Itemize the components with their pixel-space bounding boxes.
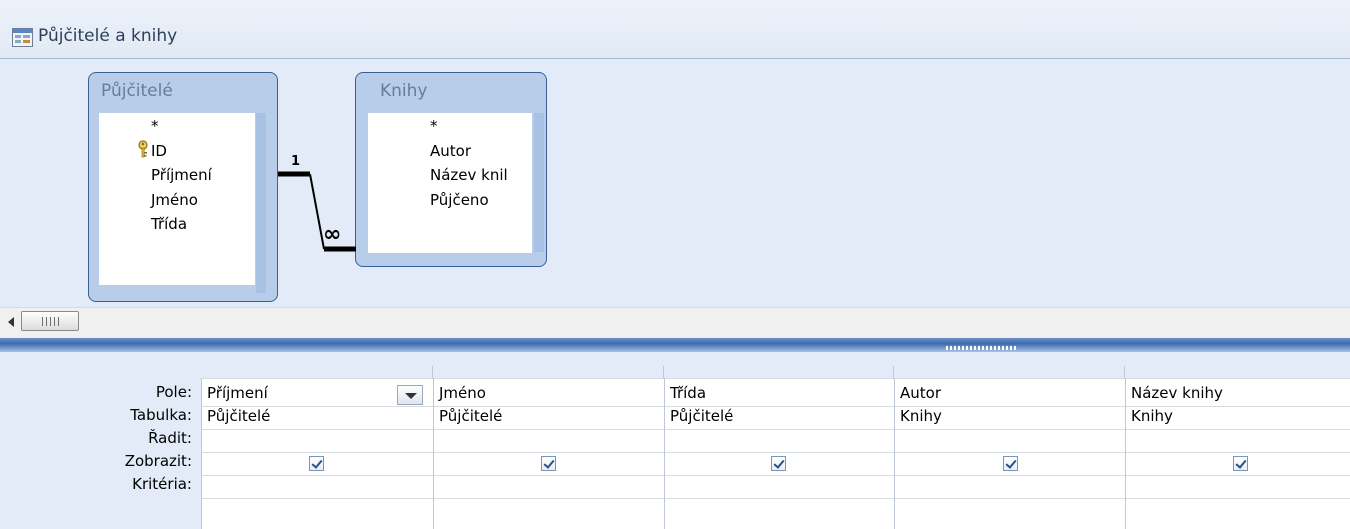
show-checkbox[interactable] <box>541 456 556 471</box>
table-pujcitele-title[interactable]: Půjčitelé <box>101 81 173 101</box>
column-selector[interactable] <box>201 366 433 378</box>
scroll-left-arrow-icon[interactable] <box>8 317 14 327</box>
column-selector[interactable] <box>1125 366 1350 378</box>
grid-row-divider <box>201 406 1350 407</box>
grid-table-cell[interactable]: Půjčitelé <box>439 407 502 425</box>
row-label-field: Pole: <box>155 383 192 401</box>
grid-table-cell[interactable]: Knihy <box>900 407 942 425</box>
show-checkbox[interactable] <box>771 456 786 471</box>
chevron-down-icon <box>405 393 417 399</box>
field-jmeno[interactable]: Jméno <box>151 191 198 213</box>
grid-row-divider <box>201 475 1350 476</box>
grid-column-divider <box>201 378 202 529</box>
table-pujcitele-scrollbar[interactable] <box>256 113 266 293</box>
field-trida[interactable]: Třída <box>151 215 187 237</box>
column-selector[interactable] <box>664 366 894 378</box>
table-knihy-title[interactable]: Knihy <box>380 81 427 101</box>
table-knihy[interactable]: Knihy * Autor Název knil Půjčeno <box>355 72 547 267</box>
grid-field-cell[interactable]: Třída <box>670 384 706 402</box>
grid-column-divider <box>664 378 665 529</box>
design-horizontal-scrollbar[interactable] <box>0 307 1350 338</box>
scroll-thumb[interactable] <box>21 311 79 331</box>
query-icon <box>12 28 33 47</box>
query-title: Půjčitelé a knihy <box>38 26 178 46</box>
field-pujceno[interactable]: Půjčeno <box>430 191 489 213</box>
grid-row-divider <box>201 498 1350 499</box>
table-pujcitele[interactable]: Půjčitelé * ID Příjmení Jméno Třída <box>88 72 278 302</box>
field-autor[interactable]: Autor <box>430 142 471 164</box>
table-knihy-field-list[interactable]: * Autor Název knil Půjčeno <box>368 113 532 253</box>
table-pujcitele-field-list[interactable]: * ID Příjmení Jméno Třída <box>99 113 255 285</box>
show-checkbox[interactable] <box>1233 456 1248 471</box>
query-titlebar: Půjčitelé a knihy <box>0 0 1350 59</box>
relationship-line[interactable]: 1 ∞ <box>278 144 356 264</box>
field-nazev-knihy[interactable]: Název knil <box>430 166 508 188</box>
grid-column-divider <box>894 378 895 529</box>
field-id[interactable]: ID <box>151 142 167 164</box>
grid-column-divider <box>433 378 434 529</box>
query-design-area[interactable]: Půjčitelé * ID Příjmení Jméno Třída Knih… <box>0 59 1350 307</box>
grid-field-cell[interactable]: Autor <box>900 384 941 402</box>
relationship-one-label: 1 <box>291 154 300 169</box>
grid-column-divider <box>1125 378 1126 529</box>
field-all[interactable]: * <box>151 117 159 139</box>
grid-row-divider <box>201 429 1350 430</box>
grid-table-cell[interactable]: Knihy <box>1131 407 1173 425</box>
column-selector[interactable] <box>894 366 1125 378</box>
row-label-criteria: Kritéria: <box>132 475 192 493</box>
column-selector[interactable] <box>433 366 664 378</box>
row-label-sort: Řadit: <box>148 429 192 447</box>
splitter-grip[interactable] <box>946 346 1018 350</box>
relationship-many-label: ∞ <box>323 222 341 247</box>
primary-key-icon <box>138 140 148 158</box>
pane-splitter[interactable] <box>0 338 1350 352</box>
show-checkbox[interactable] <box>1003 456 1018 471</box>
field-all[interactable]: * <box>430 117 438 139</box>
grid-field-cell[interactable]: Jméno <box>439 384 486 402</box>
show-checkbox[interactable] <box>309 456 324 471</box>
grid-field-cell[interactable]: Příjmení <box>207 384 268 402</box>
grid-row-divider <box>201 378 1350 379</box>
grid-table-cell[interactable]: Půjčitelé <box>670 407 733 425</box>
grid-field-cell[interactable]: Název knihy <box>1131 384 1223 402</box>
table-knihy-scrollbar[interactable] <box>534 113 544 252</box>
row-label-show: Zobrazit: <box>124 452 192 470</box>
field-prijmeni[interactable]: Příjmení <box>151 166 212 188</box>
field-dropdown-button[interactable] <box>397 385 423 405</box>
row-label-table: Tabulka: <box>130 406 192 424</box>
grid-table-cell[interactable]: Půjčitelé <box>207 407 270 425</box>
grid-row-divider <box>201 452 1350 453</box>
